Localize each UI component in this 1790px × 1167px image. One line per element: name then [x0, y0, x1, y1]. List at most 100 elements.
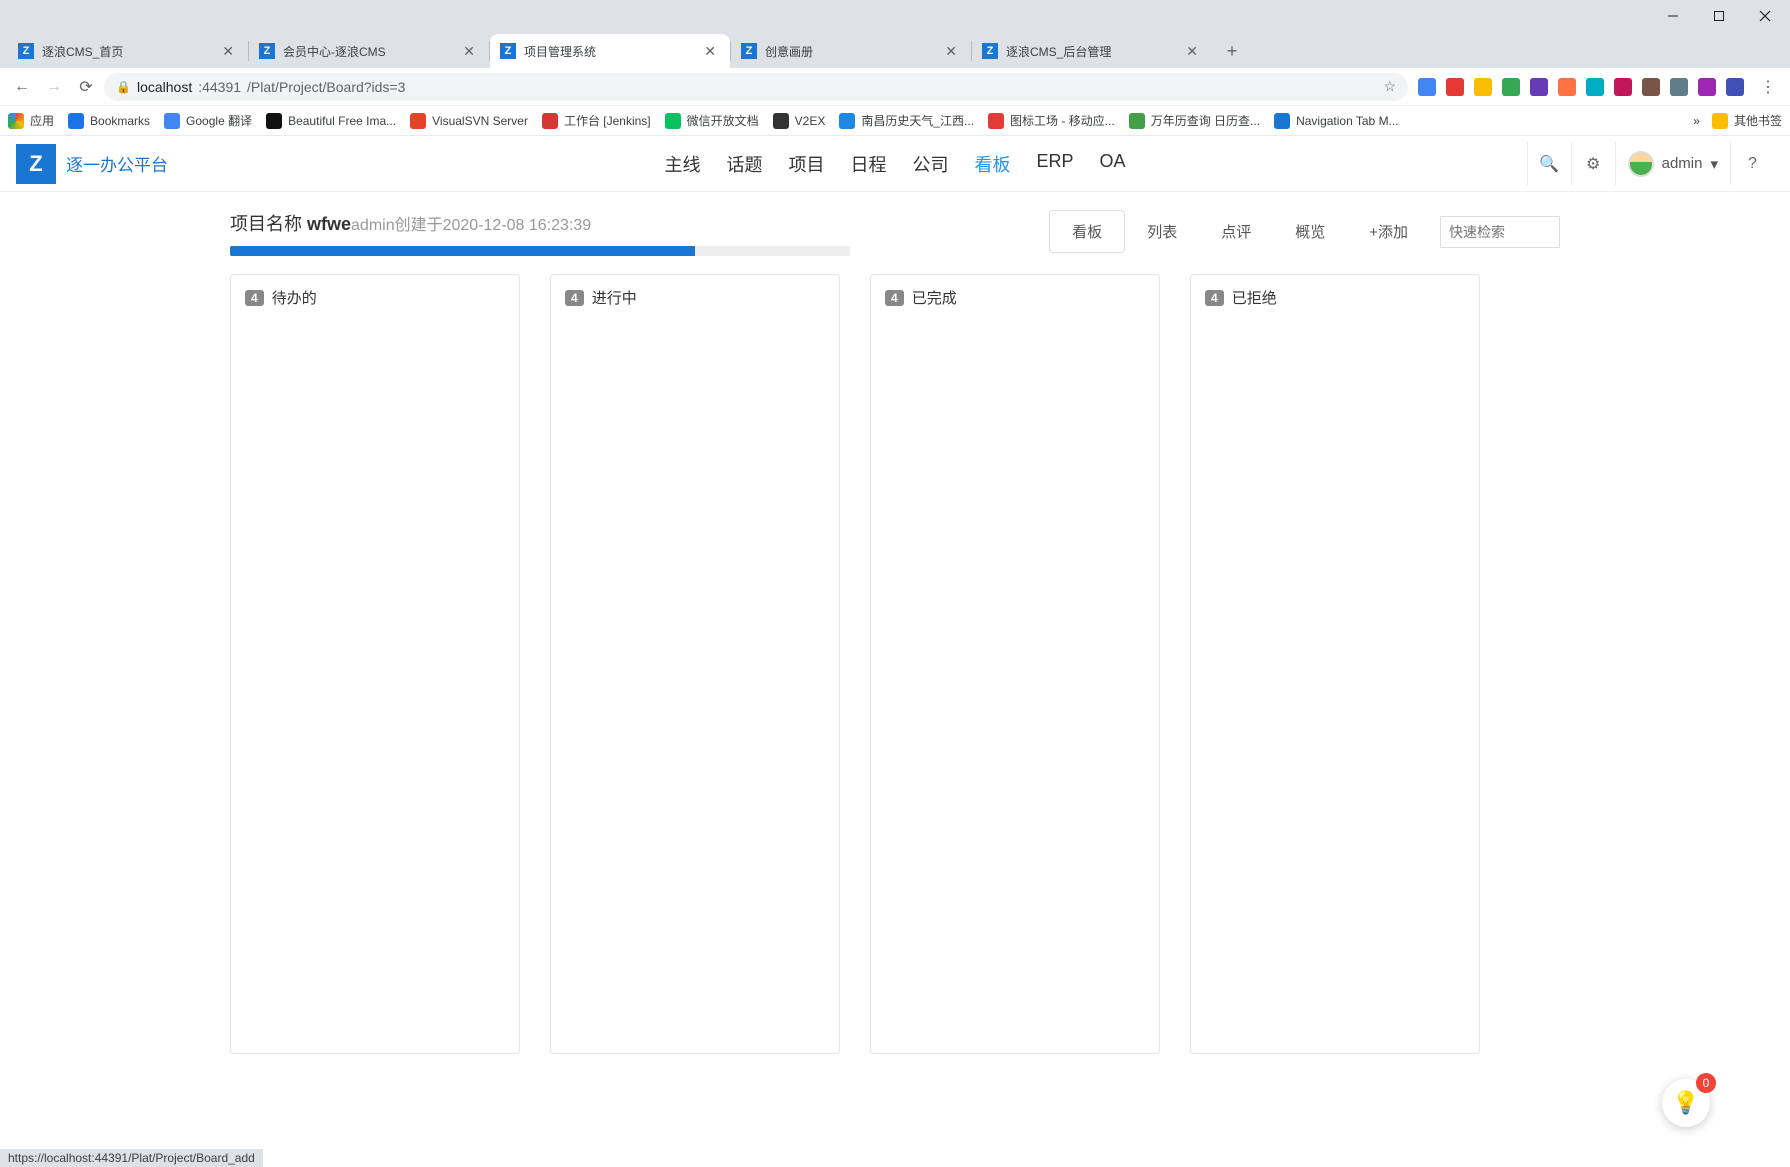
tab-title: 逐浪CMS_后台管理: [1006, 43, 1182, 60]
bookmarks-overflow[interactable]: »: [1693, 114, 1700, 128]
extension-icon[interactable]: [1530, 78, 1548, 96]
new-tab-button[interactable]: +: [1218, 37, 1246, 65]
quick-search-input[interactable]: [1440, 216, 1560, 248]
favicon: Z: [259, 43, 275, 59]
bookmark-item[interactable]: VisualSVN Server: [410, 112, 528, 129]
extension-icon[interactable]: [1418, 78, 1436, 96]
nav-item[interactable]: 项目: [788, 151, 824, 177]
other-bookmarks[interactable]: 其他书签: [1712, 112, 1782, 129]
window-minimize[interactable]: [1650, 0, 1696, 32]
extension-icon[interactable]: [1474, 78, 1492, 96]
help-icon[interactable]: ?: [1730, 142, 1774, 186]
extension-icon[interactable]: [1586, 78, 1604, 96]
bookmark-favicon: [1129, 113, 1145, 129]
count-badge: 4: [245, 290, 264, 306]
extension-icon[interactable]: [1698, 78, 1716, 96]
nav-item[interactable]: ERP: [1036, 151, 1073, 177]
apps-shortcut[interactable]: 应用: [8, 112, 54, 129]
view-tab[interactable]: 点评: [1199, 211, 1273, 252]
count-badge: 4: [1205, 290, 1224, 306]
view-tab[interactable]: +添加: [1347, 211, 1430, 252]
extension-icon[interactable]: [1614, 78, 1632, 96]
nav-reload[interactable]: ⟳: [72, 73, 100, 101]
nav-item[interactable]: 公司: [912, 151, 948, 177]
nav-item[interactable]: 话题: [726, 151, 762, 177]
bookmark-star-icon[interactable]: ☆: [1383, 78, 1396, 95]
bookmark-favicon: [1274, 113, 1290, 129]
gear-icon[interactable]: ⚙: [1571, 142, 1615, 186]
bookmark-favicon: [542, 113, 558, 129]
tab-close-icon[interactable]: ✕: [459, 43, 479, 60]
bookmark-favicon: [266, 113, 282, 129]
bookmark-item[interactable]: Navigation Tab M...: [1274, 112, 1399, 129]
search-icon[interactable]: 🔍: [1527, 142, 1571, 186]
extension-icon[interactable]: [1642, 78, 1660, 96]
favicon: Z: [982, 43, 998, 59]
extension-icon[interactable]: [1670, 78, 1688, 96]
browser-tabstrip: Z逐浪CMS_首页✕Z会员中心-逐浪CMS✕Z项目管理系统✕Z创意画册✕Z逐浪C…: [0, 32, 1790, 68]
column-title: 已拒绝: [1232, 287, 1277, 308]
column-title: 待办的: [272, 287, 317, 308]
extension-icon[interactable]: [1502, 78, 1520, 96]
bookmark-item[interactable]: 图标工场 - 移动应...: [988, 112, 1115, 129]
nav-item[interactable]: 看板: [974, 151, 1010, 177]
browser-tab[interactable]: Z创意画册✕: [731, 34, 971, 68]
tab-title: 会员中心-逐浪CMS: [283, 43, 459, 60]
window-close[interactable]: [1742, 0, 1788, 32]
bookmark-item[interactable]: 微信开放文档: [665, 112, 759, 129]
browser-tab[interactable]: Z项目管理系统✕: [490, 34, 730, 68]
count-badge: 4: [565, 290, 584, 306]
bookmark-item[interactable]: 万年历查询 日历查...: [1129, 112, 1260, 129]
window-maximize[interactable]: [1696, 0, 1742, 32]
tab-close-icon[interactable]: ✕: [1182, 43, 1202, 60]
app-root: Z 逐一办公平台 主线话题项目日程公司看板ERPOA 🔍 ⚙ admin ▾ ?…: [0, 136, 1790, 1167]
tab-close-icon[interactable]: ✕: [700, 43, 720, 60]
view-tab[interactable]: 看板: [1049, 210, 1125, 253]
tab-close-icon[interactable]: ✕: [218, 43, 238, 60]
address-bar[interactable]: 🔒 localhost:44391/Plat/Project/Board?ids…: [104, 73, 1408, 101]
browser-tab[interactable]: Z 逐浪CMS_后台管理✕: [972, 34, 1212, 68]
hint-fab[interactable]: 💡 0: [1662, 1079, 1710, 1127]
extension-icon[interactable]: [1446, 78, 1464, 96]
bookmark-item[interactable]: Bookmarks: [68, 112, 150, 129]
nav-forward[interactable]: →: [40, 73, 68, 101]
nav-item[interactable]: 日程: [850, 151, 886, 177]
browser-tab[interactable]: Z 会员中心-逐浪CMS✕: [249, 34, 489, 68]
bookmark-label: Beautiful Free Ima...: [288, 114, 396, 128]
window-titlebar: [0, 0, 1790, 32]
bookmark-item[interactable]: Beautiful Free Ima...: [266, 112, 396, 129]
column-header: 4进行中: [565, 287, 825, 308]
project-header: 项目名称 wfweadmin创建于2020-12-08 16:23:39 看板列…: [230, 210, 1560, 256]
nav-item[interactable]: 主线: [664, 151, 700, 177]
user-menu[interactable]: admin ▾: [1615, 142, 1730, 186]
nav-item[interactable]: OA: [1100, 151, 1126, 177]
bookmark-item[interactable]: 工作台 [Jenkins]: [542, 112, 651, 129]
browser-menu[interactable]: ⋮: [1754, 73, 1782, 101]
tab-title: 项目管理系统: [524, 43, 700, 60]
bookmark-item[interactable]: Google 翻译: [164, 112, 252, 129]
nav-back[interactable]: ←: [8, 73, 36, 101]
bookmark-item[interactable]: 南昌历史天气_江西...: [839, 112, 974, 129]
url-host: localhost: [137, 79, 192, 95]
board-column: 4进行中: [550, 274, 840, 1054]
browser-tab[interactable]: Z逐浪CMS_首页✕: [8, 34, 248, 68]
brand[interactable]: Z 逐一办公平台: [16, 144, 168, 184]
bookmark-label: V2EX: [795, 114, 826, 128]
count-badge: 4: [885, 290, 904, 306]
column-header: 4 已拒绝: [1205, 287, 1465, 308]
bookmark-label: 万年历查询 日历查...: [1151, 112, 1260, 129]
extension-icon[interactable]: [1726, 78, 1744, 96]
url-port: :44391: [198, 79, 241, 95]
bookmark-favicon: [164, 113, 180, 129]
bookmark-favicon: [773, 113, 789, 129]
bookmark-favicon: [839, 113, 855, 129]
extension-icon[interactable]: [1558, 78, 1576, 96]
view-tab[interactable]: 概览: [1273, 211, 1347, 252]
bookmark-favicon: [68, 113, 84, 129]
view-tab[interactable]: 列表: [1125, 211, 1199, 252]
app-topbar: Z 逐一办公平台 主线话题项目日程公司看板 ERP OA 🔍 ⚙ admin ▾ ?: [0, 136, 1790, 192]
tab-close-icon[interactable]: ✕: [941, 43, 961, 60]
favicon: Z: [18, 43, 34, 59]
bookmark-item[interactable]: V2EX: [773, 112, 826, 129]
column-header: 4 待办的: [245, 287, 505, 308]
